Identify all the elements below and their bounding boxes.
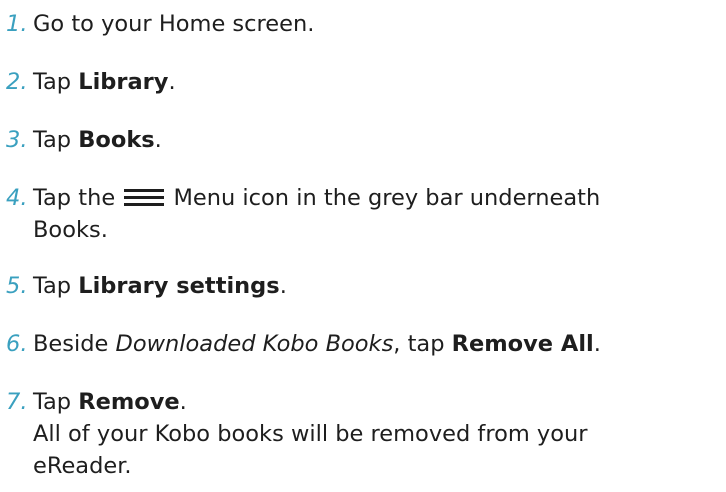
- step-keyword: Books: [78, 127, 155, 153]
- step-4: 4. Tap the Menu icon in the grey bar und…: [0, 182, 726, 246]
- step-text-prefix: Tap: [33, 69, 79, 95]
- step-6: 6. Beside Downloaded Kobo Books, tap Rem…: [0, 328, 726, 360]
- step-text-prefix: Tap: [33, 127, 79, 153]
- instruction-list: 1. Go to your Home screen. 2. Tap Librar…: [0, 0, 726, 492]
- step-text: Go to your Home screen.: [33, 8, 314, 40]
- step-keyword: Library: [78, 69, 169, 95]
- step-italic-term: Downloaded Kobo Books: [115, 331, 394, 357]
- step-text: Tap Library settings.: [33, 270, 287, 302]
- step-text-suffix: .: [593, 331, 601, 357]
- step-5: 5. Tap Library settings.: [0, 270, 726, 302]
- step-keyword: Library settings: [78, 273, 280, 299]
- step-text-prefix: Tap: [33, 273, 79, 299]
- step-text: Tap Remove.: [33, 386, 187, 418]
- step-text-prefix: Tap: [33, 389, 79, 415]
- step-number: 5.: [6, 273, 28, 299]
- step-text: Beside Downloaded Kobo Books, tap Remove…: [33, 328, 601, 360]
- step-text: Tap Library.: [33, 66, 176, 98]
- step-number: 4.: [6, 185, 28, 211]
- step-7: 7. Tap Remove. All of your Kobo books wi…: [0, 386, 726, 482]
- step-text-prefix: Beside: [33, 331, 116, 357]
- step-text: Tap Books.: [33, 124, 162, 156]
- step-text-prefix: Tap the: [33, 185, 116, 211]
- step-number: 3.: [6, 127, 28, 153]
- step-3: 3. Tap Books.: [0, 124, 726, 156]
- step-text-suffix: Menu icon in the grey bar underneath: [166, 185, 601, 211]
- step-result-text-continued: eReader.: [33, 453, 132, 479]
- step-keyword: Remove All: [451, 331, 594, 357]
- step-number: 7.: [6, 389, 28, 415]
- step-number: 6.: [6, 331, 28, 357]
- step-text-continued: Books.: [33, 217, 108, 243]
- step-keyword: Remove: [78, 389, 180, 415]
- step-number: 1.: [6, 11, 28, 37]
- step-result-text: All of your Kobo books will be removed f…: [33, 421, 588, 447]
- step-text-suffix: .: [154, 127, 162, 153]
- step-text-suffix: .: [279, 273, 287, 299]
- step-2: 2. Tap Library.: [0, 66, 726, 98]
- step-text: Tap the Menu icon in the grey bar undern…: [33, 182, 600, 214]
- step-1: 1. Go to your Home screen.: [0, 8, 726, 40]
- step-number: 2.: [6, 69, 28, 95]
- step-text-plain: Go to your Home screen.: [33, 11, 315, 37]
- step-text-suffix: .: [179, 389, 187, 415]
- step-text-middle: , tap: [393, 331, 452, 357]
- step-text-suffix: .: [168, 69, 176, 95]
- menu-icon: [124, 186, 165, 208]
